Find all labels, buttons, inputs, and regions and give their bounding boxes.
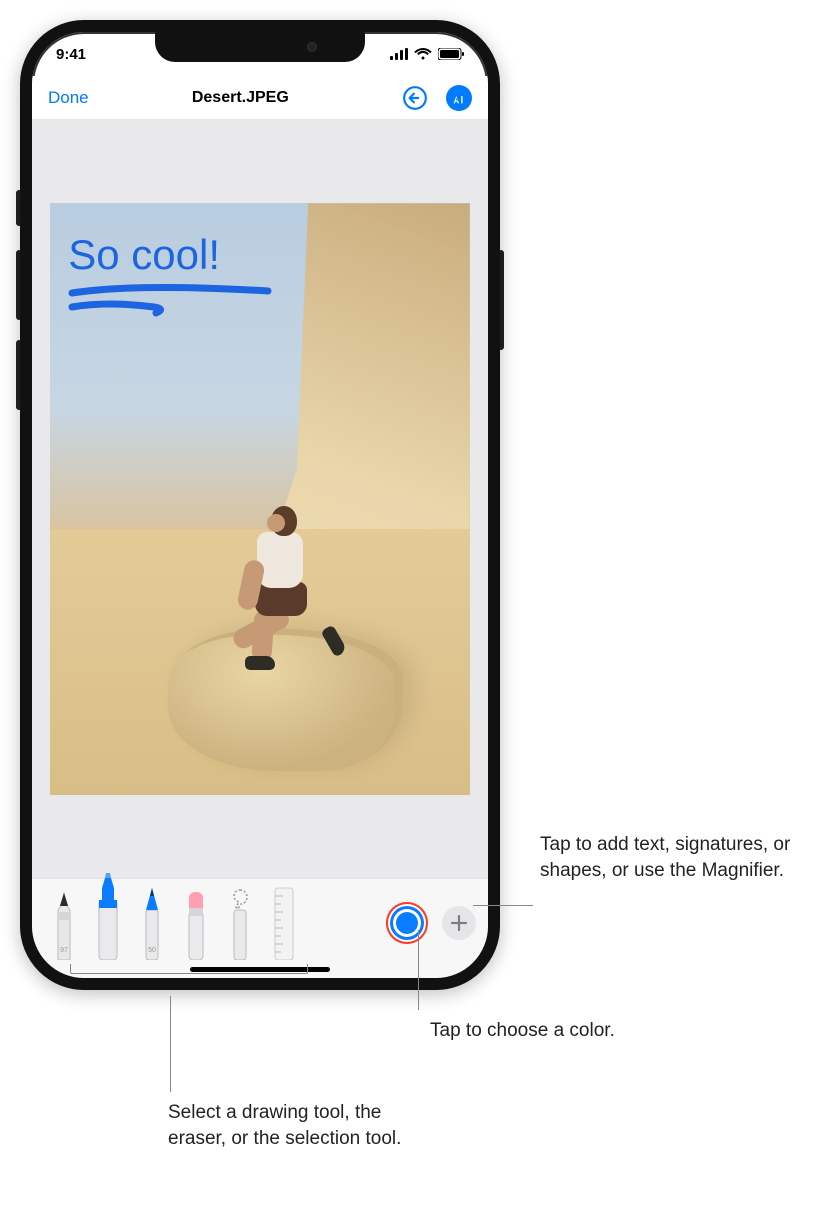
plus-icon bbox=[450, 914, 468, 932]
person-illustration bbox=[243, 506, 323, 676]
add-button[interactable] bbox=[442, 906, 476, 940]
callout-tools-line bbox=[170, 996, 171, 1092]
pen-tool[interactable]: 97 bbox=[44, 882, 84, 960]
canvas-area[interactable]: So cool! bbox=[32, 120, 488, 878]
callout-add-line bbox=[473, 905, 533, 906]
notch bbox=[155, 32, 365, 62]
markup-toolbar: 97 50 bbox=[32, 878, 488, 978]
cellular-icon bbox=[390, 48, 408, 60]
markup-icon[interactable] bbox=[446, 85, 472, 111]
undo-icon[interactable] bbox=[402, 85, 428, 111]
battery-icon bbox=[438, 48, 464, 60]
tools-bracket bbox=[70, 964, 308, 974]
eraser-tool[interactable] bbox=[176, 882, 216, 960]
pencil-size-label: 50 bbox=[148, 947, 156, 954]
callout-color: Tap to choose a color. bbox=[430, 1018, 615, 1044]
marker-tool[interactable] bbox=[88, 872, 128, 960]
annotation-stroke[interactable] bbox=[68, 283, 288, 323]
document-title: Desert.JPEG bbox=[89, 89, 402, 107]
ruler-tool[interactable] bbox=[264, 882, 304, 960]
lasso-tool[interactable] bbox=[220, 882, 260, 960]
wifi-icon bbox=[414, 48, 432, 60]
done-button[interactable]: Done bbox=[48, 88, 89, 108]
callout-tools: Select a drawing tool, the eraser, or th… bbox=[168, 1100, 438, 1151]
nav-bar: Done Desert.JPEG bbox=[32, 76, 488, 120]
photo-content: So cool! bbox=[50, 203, 470, 794]
pen-size-label: 97 bbox=[60, 947, 68, 954]
callout-color-line bbox=[418, 930, 419, 1010]
callout-add: Tap to add text, signatures, or shapes, … bbox=[540, 832, 810, 883]
annotation-text[interactable]: So cool! bbox=[68, 231, 220, 279]
status-time: 9:41 bbox=[56, 46, 86, 63]
phone-frame: 9:41 Done Desert.JPEG bbox=[20, 20, 500, 990]
pencil-tool[interactable]: 50 bbox=[132, 882, 172, 960]
